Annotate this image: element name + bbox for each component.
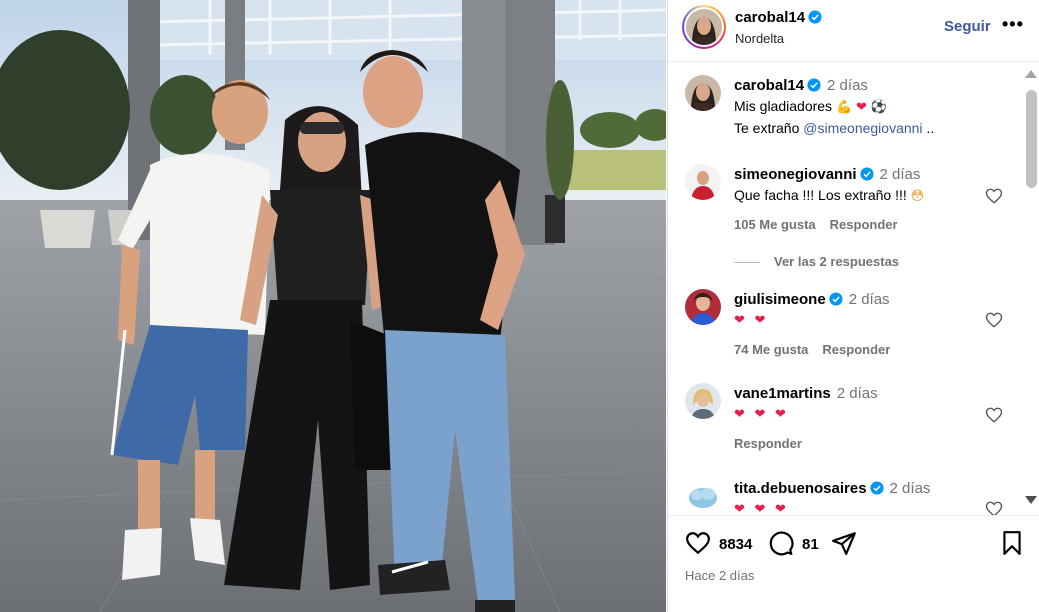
like-comment-heart-icon[interactable]: [985, 500, 1003, 515]
caption-text-2: Te extraño: [734, 120, 804, 136]
comment-text-content: Que facha !!! Los extraño !!!: [734, 187, 907, 203]
post-header: carobal14 Nordelta Seguir •••: [668, 0, 1039, 62]
author-avatar[interactable]: [682, 5, 726, 49]
comment-meta: Responder: [734, 436, 802, 451]
photo-illustration: [0, 0, 666, 612]
comment-username-text[interactable]: tita.debuenosaires: [734, 480, 867, 497]
comment-avatar[interactable]: [685, 383, 721, 419]
comment-time: 2 días: [848, 291, 890, 308]
view-replies-button[interactable]: Ver las 2 respuestas: [734, 254, 899, 269]
comment-username[interactable]: vane1martins 2 días: [734, 385, 878, 402]
likes-count[interactable]: 8834: [719, 536, 752, 553]
comment-username[interactable]: giulisimeone 2 días: [734, 291, 890, 308]
comment-avatar[interactable]: [685, 164, 721, 200]
comments-list[interactable]: carobal14 2 días Mis gladiadores 💪 ❤ ⚽ Te…: [668, 63, 1024, 515]
flexed-biceps-icon: 💪: [835, 99, 853, 114]
reply-button[interactable]: Responder: [830, 217, 898, 232]
caption-username-text[interactable]: carobal14: [734, 77, 804, 94]
caption-time: 2 días: [827, 77, 868, 94]
like-heart-icon[interactable]: [684, 530, 712, 556]
comment-username[interactable]: tita.debuenosaires 2 días: [734, 480, 930, 497]
caption-username[interactable]: carobal14 2 días: [734, 77, 868, 94]
like-comment-heart-icon[interactable]: [985, 187, 1003, 205]
flushed-face-icon: 😳: [910, 188, 925, 203]
comment-username[interactable]: simeonegiovanni 2 días: [734, 166, 920, 183]
soccer-ball-icon: ⚽: [870, 99, 888, 114]
caption-mention-link[interactable]: @simeonegiovanni: [803, 120, 922, 136]
save-bookmark-icon[interactable]: [1001, 530, 1023, 556]
comment-meta: 74 Me gusta Responder: [734, 342, 890, 357]
comment-text: ❤ ❤: [734, 312, 769, 327]
verified-badge-icon: [808, 10, 822, 24]
post-actions-bar: 8834 81 Hace 2 días: [668, 515, 1039, 612]
comment-text: ❤ ❤ ❤: [734, 406, 789, 421]
comment-likes-count[interactable]: 74 Me gusta: [734, 342, 808, 357]
comment-text: Que facha !!! Los extraño !!! 😳: [734, 187, 924, 204]
scroll-up-arrow-icon[interactable]: [1025, 70, 1037, 78]
comment-icon[interactable]: [768, 530, 794, 556]
comment-time: 2 días: [836, 385, 878, 402]
comment-text: ❤ ❤ ❤: [734, 501, 789, 515]
verified-badge-icon: [829, 292, 843, 306]
share-icon[interactable]: [831, 530, 857, 556]
comment-avatar[interactable]: [685, 289, 721, 325]
view-replies-label[interactable]: Ver las 2 respuestas: [774, 254, 899, 269]
verified-badge-icon: [859, 167, 874, 181]
like-comment-heart-icon[interactable]: [985, 311, 1003, 329]
caption-line-1: Mis gladiadores 💪 ❤ ⚽: [734, 98, 887, 115]
caption-text-1: Mis gladiadores: [734, 98, 833, 114]
scrollbar-thumb[interactable]: [1026, 90, 1037, 188]
replies-divider: [734, 262, 760, 264]
scroll-down-arrow-icon[interactable]: [1025, 496, 1037, 504]
comments-count[interactable]: 81: [802, 536, 819, 553]
post-location[interactable]: Nordelta: [735, 31, 784, 46]
comment-username-text[interactable]: vane1martins: [734, 385, 831, 402]
author-username[interactable]: carobal14: [735, 9, 822, 26]
verified-badge-icon: [807, 78, 821, 92]
comment-meta: 105 Me gusta Responder: [734, 217, 898, 232]
follow-button[interactable]: Seguir: [944, 18, 991, 35]
like-comment-heart-icon[interactable]: [985, 406, 1003, 424]
reply-button[interactable]: Responder: [734, 436, 802, 451]
comment-time: 2 días: [889, 480, 931, 497]
reply-button[interactable]: Responder: [822, 342, 890, 357]
caption-text-3: ..: [922, 120, 935, 136]
caption-line-2: Te extraño @simeonegiovanni ..: [734, 120, 934, 136]
verified-badge-icon: [869, 481, 884, 495]
comment-avatar[interactable]: [685, 478, 721, 514]
author-username-text[interactable]: carobal14: [735, 9, 805, 26]
heart-emoji-icon: ❤: [856, 99, 867, 114]
comments-scrollbar[interactable]: [1023, 68, 1038, 512]
comment-username-text[interactable]: giulisimeone: [734, 291, 826, 308]
post-panel: carobal14 Nordelta Seguir ••• carobal14 2…: [667, 0, 1039, 612]
comment-time: 2 días: [879, 166, 921, 183]
more-options-icon[interactable]: •••: [1002, 14, 1024, 35]
comment-username-text[interactable]: simeonegiovanni: [734, 166, 857, 183]
post-photo[interactable]: [0, 0, 666, 612]
comment-likes-count[interactable]: 105 Me gusta: [734, 217, 816, 232]
caption-avatar[interactable]: [685, 75, 721, 111]
post-timestamp[interactable]: Hace 2 días: [685, 568, 754, 583]
